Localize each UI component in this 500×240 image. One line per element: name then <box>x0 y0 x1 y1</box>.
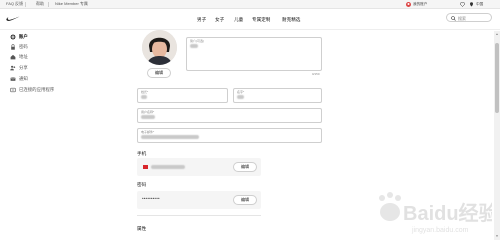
utility-link-member[interactable]: Nike Member 专属 <box>55 1 88 7</box>
sidebar-item-label: 地址 <box>19 54 28 59</box>
page-scrollbar[interactable]: ▲ ▼ <box>494 31 500 240</box>
sidebar-item-share[interactable]: 分享 <box>10 64 28 72</box>
location-pin-icon[interactable] <box>469 2 474 7</box>
svg-text:Baidu经验: Baidu经验 <box>403 201 492 225</box>
password-section-label: 密码 <box>137 182 147 187</box>
phone-redacted <box>151 165 185 169</box>
avatar-photo <box>142 30 177 65</box>
nav-link-custom[interactable]: 专属定制 <box>252 16 270 23</box>
sidebar-item-label: 密码 <box>19 44 28 49</box>
utility-divider <box>25 2 26 7</box>
phone-row: 编辑 <box>137 158 261 176</box>
china-flag-icon <box>143 165 148 169</box>
last-name-redacted <box>237 95 244 99</box>
home-icon <box>10 54 16 60</box>
svg-text:jingyan.baidu.com: jingyan.baidu.com <box>411 227 469 234</box>
people-icon <box>10 65 16 71</box>
username-redacted <box>141 115 155 119</box>
bio-char-counter: 0/150 <box>312 72 320 76</box>
bio-redacted-text <box>190 44 198 48</box>
utility-link-faq[interactable]: FAQ 反馈 <box>6 1 23 7</box>
nav-link-men[interactable]: 男子 <box>197 16 206 23</box>
sidebar-item-account[interactable]: 账户 <box>10 33 28 41</box>
nav-link-kids[interactable]: 儿童 <box>234 16 243 23</box>
attributes-section-label: 属性 <box>137 226 147 231</box>
nav-link-featured[interactable]: 耐克精选 <box>282 16 300 23</box>
lock-icon <box>11 44 15 50</box>
baidu-watermark-logo: Baidu经验 jingyan.baidu.com <box>379 192 492 234</box>
edit-phone-button[interactable]: 编辑 <box>233 162 257 172</box>
sidebar-item-label: 通知 <box>19 76 28 81</box>
nav-link-women[interactable]: 女子 <box>215 16 224 23</box>
account-menu-label: 我的账户 <box>413 2 428 6</box>
search-placeholder: 搜索 <box>458 15 466 21</box>
last-name-label: 名字* <box>237 90 245 94</box>
scroll-down-arrow[interactable]: ▼ <box>495 234 499 238</box>
first-name-field[interactable]: 姓氏* <box>137 88 228 103</box>
utility-link-help[interactable]: 帮助 <box>36 1 44 7</box>
bio-textarea[interactable]: 简介(可选) <box>186 37 322 71</box>
heart-icon[interactable] <box>460 2 465 7</box>
username-label: 用户名称* <box>141 110 155 114</box>
profile-avatar <box>142 30 177 65</box>
link-icon <box>10 87 16 93</box>
username-field[interactable]: 用户名称* <box>137 108 322 123</box>
sidebar-item-connected-apps[interactable]: 已连接的应用程序 <box>10 86 54 94</box>
sidebar-item-notifications[interactable]: 通知 <box>10 75 28 83</box>
main-nav: 男子 女子 儿童 专属定制 耐克精选 <box>0 9 500 30</box>
utility-divider <box>48 2 49 7</box>
sidebar-item-label: 已连接的应用程序 <box>19 87 55 92</box>
sidebar-item-address[interactable]: 地址 <box>10 53 28 61</box>
sidebar-item-label: 分享 <box>19 65 28 70</box>
sidebar-item-label: 账户 <box>19 34 28 39</box>
nike-swoosh-logo[interactable] <box>6 15 20 22</box>
mail-icon <box>10 77 16 81</box>
email-label: 电子邮件* <box>141 130 155 134</box>
locale-label[interactable]: 中国 <box>476 2 483 7</box>
email-redacted <box>141 135 199 139</box>
edit-avatar-button[interactable]: 编辑 <box>147 68 171 78</box>
sidebar-item-password[interactable]: 密码 <box>10 43 28 51</box>
user-avatar-icon <box>406 2 411 7</box>
password-row: •••••••••• 编辑 <box>137 191 261 209</box>
scroll-up-arrow[interactable]: ▲ <box>495 32 499 36</box>
password-masked: •••••••••• <box>142 196 160 201</box>
first-name-redacted <box>141 95 147 99</box>
search-input[interactable]: 搜索 <box>446 13 492 22</box>
scroll-thumb[interactable] <box>495 43 499 113</box>
section-divider <box>137 215 261 216</box>
edit-password-button[interactable]: 编辑 <box>233 195 257 205</box>
email-field[interactable]: 电子邮件* <box>137 128 322 143</box>
last-name-field[interactable]: 名字* <box>233 88 322 103</box>
first-name-label: 姓氏* <box>141 90 149 94</box>
gear-icon <box>10 34 16 40</box>
account-menu[interactable]: 我的账户 <box>406 2 427 7</box>
settings-sidebar: 账户 密码 地址 分享 通知 已连接的应用程序 <box>0 31 118 240</box>
bio-label: 简介(可选) <box>190 39 204 43</box>
phone-section-label: 手机 <box>137 151 147 156</box>
search-icon <box>451 15 456 21</box>
